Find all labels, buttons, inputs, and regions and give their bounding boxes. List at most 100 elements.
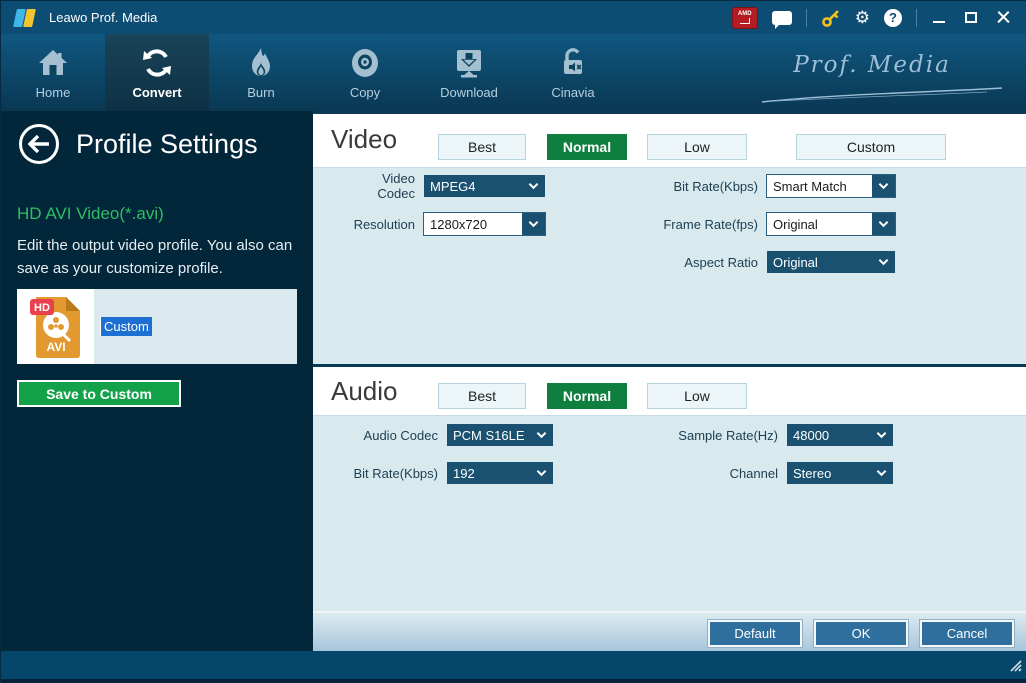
main-nav: Home Convert Burn Copy Download Cinavia … xyxy=(1,34,1026,111)
video-section-title: Video xyxy=(331,124,398,154)
register-key-icon[interactable] xyxy=(821,8,841,28)
chevron-down-icon xyxy=(536,431,547,439)
dropdown-button[interactable] xyxy=(872,213,895,235)
titlebar-separator xyxy=(805,8,807,27)
video-quality-custom-button[interactable]: Custom xyxy=(796,134,946,160)
profile-list-item[interactable]: AVI HD Custom xyxy=(17,289,297,364)
titlebar-separator xyxy=(916,8,917,27)
convert-icon xyxy=(143,49,171,77)
hd-avi-file-icon: AVI HD xyxy=(29,296,80,358)
save-to-custom-button[interactable]: Save to Custom xyxy=(17,380,181,407)
amd-badge-text: AMD xyxy=(737,10,752,17)
video-bitrate-label: Bit Rate(Kbps) xyxy=(673,178,758,194)
channel-value: Stereo xyxy=(793,465,832,481)
nav-tab-burn[interactable]: Burn xyxy=(209,34,313,111)
video-bitrate-value: Smart Match xyxy=(773,178,847,194)
profile-settings-panel: Profile Settings HD AVI Video(*.avi) Edi… xyxy=(1,111,313,651)
profile-description-line2: save as your customize profile. xyxy=(17,259,223,277)
nav-tab-copy[interactable]: Copy xyxy=(313,34,417,111)
profile-format-name: HD AVI Video(*.avi) xyxy=(17,204,164,223)
file-format-label: AVI xyxy=(46,340,65,354)
hd-badge-label: HD xyxy=(34,302,50,314)
status-footer xyxy=(1,651,1026,683)
audio-quality-best-button[interactable]: Best xyxy=(438,383,526,409)
dropdown-button[interactable] xyxy=(522,213,545,235)
nav-tab-download[interactable]: Download xyxy=(417,34,521,111)
audio-codec-value: PCM S16LE xyxy=(453,427,525,443)
profile-description: Edit the output video profile. You also … xyxy=(17,235,302,280)
maximize-button[interactable] xyxy=(963,10,981,26)
nav-label: Burn xyxy=(247,85,275,100)
help-icon[interactable]: ? xyxy=(884,8,902,27)
chevron-down-icon xyxy=(528,182,539,190)
aspect-ratio-value: Original xyxy=(773,254,818,270)
video-codec-select[interactable]: MPEG4 xyxy=(423,174,546,198)
app-window: Leawo Prof. Media AMD ⚙ ? Home Convert B… xyxy=(0,0,1026,683)
video-quality-low-button[interactable]: Low xyxy=(647,134,747,160)
ok-button[interactable]: OK xyxy=(814,620,908,647)
download-icon xyxy=(457,50,481,78)
amd-radeon-badge-icon: AMD xyxy=(731,6,758,29)
back-button[interactable] xyxy=(19,124,59,164)
video-quality-normal-button[interactable]: Normal xyxy=(547,134,627,160)
chevron-down-icon xyxy=(876,431,887,439)
close-button[interactable] xyxy=(995,10,1013,26)
back-arrow-icon xyxy=(28,135,49,153)
video-codec-label: Video Codec xyxy=(377,171,415,201)
minimize-button[interactable] xyxy=(931,10,949,26)
aspect-ratio-label: Aspect Ratio xyxy=(684,254,758,270)
nav-label: Home xyxy=(35,85,71,100)
chevron-down-icon xyxy=(876,469,887,477)
channel-select[interactable]: Stereo xyxy=(786,461,894,485)
brand-swoosh xyxy=(761,87,1003,103)
resolution-value: 1280x720 xyxy=(430,216,488,232)
chevron-down-icon xyxy=(878,220,889,228)
chevron-down-icon xyxy=(528,220,539,228)
nav-tab-home[interactable]: Home xyxy=(1,34,105,111)
video-bitrate-select[interactable]: Smart Match xyxy=(766,174,896,198)
audio-bitrate-value: 192 xyxy=(453,465,475,481)
nav-label: Convert xyxy=(132,85,182,100)
chevron-down-icon xyxy=(878,258,889,266)
page-title: Profile Settings xyxy=(76,129,258,159)
sample-rate-label: Sample Rate(Hz) xyxy=(678,427,778,443)
profile-name-input[interactable]: Custom xyxy=(100,317,152,336)
aspect-ratio-select[interactable]: Original xyxy=(766,250,896,274)
feedback-message-icon[interactable] xyxy=(771,10,792,29)
title-bar: Leawo Prof. Media AMD ⚙ ? xyxy=(1,1,1026,34)
profile-description-line1: Edit the output video profile. You also … xyxy=(17,237,293,254)
copy-disc-icon xyxy=(352,49,378,77)
audio-bitrate-label: Bit Rate(Kbps) xyxy=(353,465,438,481)
home-icon xyxy=(39,50,67,75)
audio-codec-select[interactable]: PCM S16LE xyxy=(446,423,554,447)
app-logo-icon xyxy=(13,8,39,28)
audio-quality-normal-button[interactable]: Normal xyxy=(547,383,627,409)
nav-tab-cinavia[interactable]: Cinavia xyxy=(521,34,625,111)
nav-label: Cinavia xyxy=(551,85,595,100)
resolution-select[interactable]: 1280x720 xyxy=(423,212,546,236)
video-quality-best-button[interactable]: Best xyxy=(438,134,526,160)
framerate-select[interactable]: Original xyxy=(766,212,896,236)
cancel-button[interactable]: Cancel xyxy=(920,620,1014,647)
settings-gear-icon[interactable]: ⚙ xyxy=(855,9,870,26)
channel-label: Channel xyxy=(729,465,778,481)
default-button[interactable]: Default xyxy=(708,620,802,647)
sample-rate-select[interactable]: 48000 xyxy=(786,423,894,447)
app-title: Leawo Prof. Media xyxy=(49,10,158,25)
audio-bitrate-select[interactable]: 192 xyxy=(446,461,554,485)
framerate-value: Original xyxy=(773,216,818,232)
cinavia-unlock-icon xyxy=(564,48,582,74)
nav-tab-convert[interactable]: Convert xyxy=(105,34,209,111)
action-bar: Default OK Cancel xyxy=(313,611,1026,651)
brand-logo-text: Prof. Media xyxy=(793,52,951,78)
nav-label: Copy xyxy=(349,85,381,100)
chevron-down-icon xyxy=(536,469,547,477)
burn-flame-icon xyxy=(252,48,270,76)
framerate-label: Frame Rate(fps) xyxy=(663,216,758,232)
audio-codec-label: Audio Codec xyxy=(363,427,438,443)
chevron-down-icon xyxy=(878,182,889,190)
dropdown-button[interactable] xyxy=(872,175,895,197)
resize-grip[interactable] xyxy=(1007,657,1023,673)
audio-quality-low-button[interactable]: Low xyxy=(647,383,747,409)
settings-content: Video Best Normal Low Custom Video Codec… xyxy=(313,111,1026,651)
